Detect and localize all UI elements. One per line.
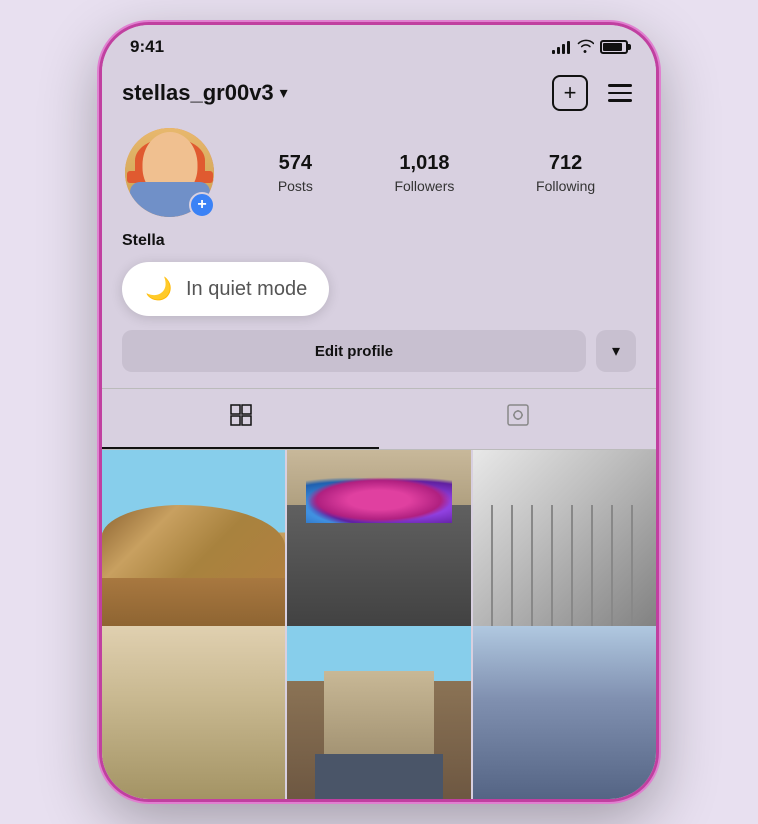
tab-tagged[interactable] xyxy=(379,389,656,449)
following-count: 712 xyxy=(549,152,582,175)
wifi-icon xyxy=(576,39,594,56)
add-story-icon: + xyxy=(197,197,206,213)
followers-stat[interactable]: 1,018 Followers xyxy=(394,152,454,194)
plus-icon: + xyxy=(564,82,577,104)
username-chevron-icon: ▾ xyxy=(280,83,288,103)
photo-grid xyxy=(102,450,656,799)
profile-header: stellas_gr00v3 ▾ + xyxy=(102,65,656,125)
profile-info: + 574 Posts 1,018 Followers 712 Followin… xyxy=(102,125,656,232)
menu-line-1 xyxy=(608,84,632,87)
phone-frame: 9:41 stellas_gr00v3 ▾ xyxy=(99,22,659,802)
tagged-icon xyxy=(506,403,530,433)
tab-bar xyxy=(102,388,656,450)
menu-line-2 xyxy=(608,92,632,95)
photo-cell-6[interactable] xyxy=(473,626,656,800)
followers-label: Followers xyxy=(394,178,454,194)
username-area[interactable]: stellas_gr00v3 ▾ xyxy=(122,80,288,106)
photo-cell-3[interactable] xyxy=(473,450,656,633)
profile-dropdown-button[interactable]: ▾ xyxy=(596,330,636,372)
status-bar: 9:41 xyxy=(102,25,656,65)
posts-label: Posts xyxy=(278,178,313,194)
followers-count: 1,018 xyxy=(399,152,449,175)
following-label: Following xyxy=(536,178,595,194)
menu-line-3 xyxy=(608,99,632,102)
photo-cell-4[interactable] xyxy=(102,626,285,800)
edit-profile-button[interactable]: Edit profile xyxy=(122,330,586,372)
add-story-button[interactable]: + xyxy=(189,192,215,218)
app-content: stellas_gr00v3 ▾ + xyxy=(102,65,656,799)
grid-icon xyxy=(229,403,253,433)
posts-count: 574 xyxy=(279,152,312,175)
photo-cell-2[interactable] xyxy=(287,450,470,633)
battery-icon xyxy=(600,40,628,54)
photo-cell-5[interactable] xyxy=(287,626,470,800)
new-post-button[interactable]: + xyxy=(552,75,588,111)
status-time: 9:41 xyxy=(130,37,164,57)
avatar-container[interactable]: + xyxy=(122,125,217,220)
stats-grid: 574 Posts 1,018 Followers 712 Following xyxy=(237,152,636,194)
tab-grid[interactable] xyxy=(102,389,379,449)
following-stat[interactable]: 712 Following xyxy=(536,152,595,194)
photo-cell-1[interactable] xyxy=(102,450,285,633)
action-buttons: Edit profile ▾ xyxy=(102,330,656,388)
signal-icon xyxy=(552,40,570,54)
username-text: stellas_gr00v3 xyxy=(122,80,274,106)
status-icons xyxy=(552,39,628,56)
header-actions: + xyxy=(552,75,636,111)
posts-stat[interactable]: 574 Posts xyxy=(278,152,313,194)
moon-icon: 🌙 xyxy=(144,274,174,304)
quiet-mode-banner[interactable]: 🌙 In quiet mode xyxy=(122,262,329,316)
quiet-mode-text: In quiet mode xyxy=(186,278,307,301)
profile-name: Stella xyxy=(102,232,656,258)
dropdown-chevron-icon: ▾ xyxy=(612,341,620,361)
menu-button[interactable] xyxy=(604,80,636,106)
